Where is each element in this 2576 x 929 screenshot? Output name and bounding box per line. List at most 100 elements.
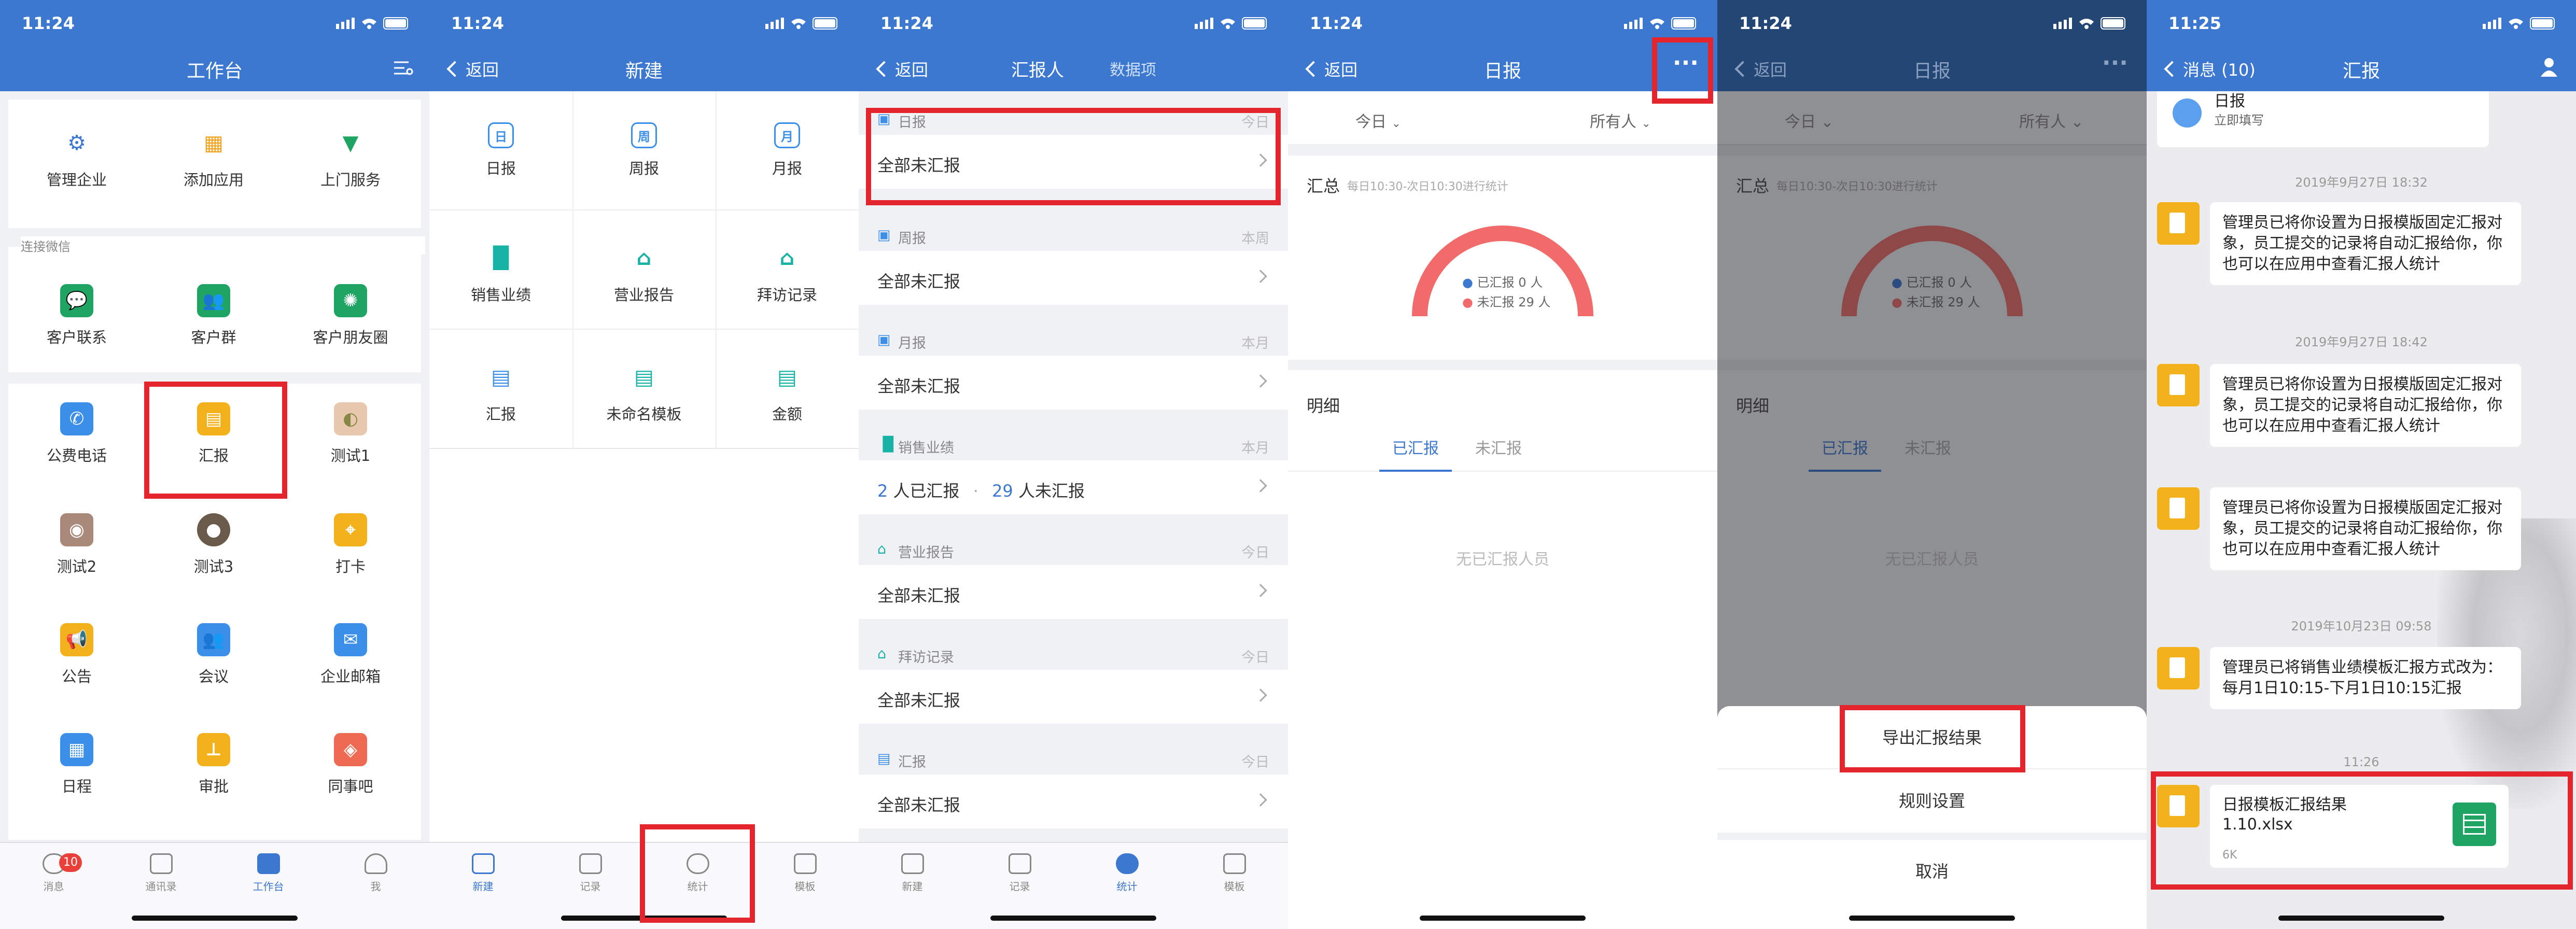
- cancel-button[interactable]: 取消: [1717, 840, 2147, 903]
- app-test2[interactable]: ◉ 测试2: [8, 513, 145, 576]
- template-sales[interactable]: ▐▌ 销售业绩: [432, 242, 569, 305]
- row-monthly[interactable]: 全部未汇报: [859, 356, 1288, 410]
- records-icon: [579, 853, 602, 874]
- test2-image-icon: ◉: [60, 513, 93, 546]
- manage-company-button[interactable]: ⚙ 管理企业: [8, 126, 145, 190]
- row-sales[interactable]: 2 人已汇报 · 29 人未汇报: [859, 460, 1288, 514]
- label: 全部未汇报: [877, 376, 961, 396]
- tab-workbench[interactable]: 工作台: [215, 853, 322, 893]
- tab-messages[interactable]: 消息 10: [0, 853, 107, 893]
- app-approval[interactable]: ⊥ 审批: [145, 733, 282, 796]
- tab-reported[interactable]: 已汇报: [1379, 435, 1452, 472]
- label: 记录: [580, 880, 601, 893]
- tab-records[interactable]: 记录: [537, 853, 644, 893]
- screen-reporters: 11:24 返回 汇报人 数据项 ▣ 日报 今日 全部未汇报 ▣ 周报 本周 全部未汇报…: [859, 0, 1288, 929]
- row-visit[interactable]: 全部未汇报: [859, 670, 1288, 724]
- section-visit-header: ⌂ 拜访记录 今日: [859, 637, 1288, 670]
- pie-chart-icon: [1115, 853, 1139, 874]
- meeting-icon: 👥: [197, 623, 230, 656]
- app-test3[interactable]: ● 测试3: [145, 513, 282, 576]
- date-filter[interactable]: 今日 ⌄: [1355, 109, 1401, 132]
- status-time: 11:24: [451, 13, 504, 33]
- status-bar: 11:24: [429, 0, 859, 44]
- template-monthly[interactable]: 月月报: [719, 122, 856, 178]
- tab-reporters[interactable]: 汇报人: [1011, 56, 1064, 81]
- tab-records[interactable]: 记录: [966, 853, 1073, 893]
- test1-image-icon: ◐: [334, 402, 367, 435]
- message-bubble: 管理员已将你设置为日报模版固定汇报对象，员工提交的记录将自动汇报给你，你也可以在…: [2210, 202, 2521, 285]
- label: 管理企业: [46, 171, 107, 189]
- status-time: 11:24: [1739, 13, 1792, 33]
- template-weekly[interactable]: 周周报: [576, 122, 712, 178]
- label: 未命名模板: [606, 405, 682, 423]
- template-amount[interactable]: ▤ 金额: [719, 361, 856, 424]
- tab-new[interactable]: 新建: [429, 853, 537, 893]
- template-unnamed[interactable]: ▤ 未命名模板: [576, 361, 712, 424]
- label: 周报: [898, 231, 926, 247]
- page-title: 日报: [1913, 61, 1951, 82]
- customer-contact-button[interactable]: 💬 客户联系: [8, 284, 145, 347]
- label: 销售业绩: [898, 440, 954, 456]
- template-daily[interactable]: 日日报: [432, 122, 569, 178]
- app-meeting[interactable]: 👥 会议: [145, 623, 282, 686]
- label: 营业报告: [613, 286, 674, 304]
- label: 会议: [198, 668, 229, 685]
- person-icon: [364, 853, 387, 874]
- tab-bar: 消息 10 通讯录 工作台 我: [0, 842, 429, 929]
- tab-stats[interactable]: 统计: [1073, 853, 1181, 893]
- home-indicator: [990, 916, 1156, 921]
- nav-bar: 返回 新建: [429, 44, 859, 91]
- app-colleagues[interactable]: ◈ 同事吧: [282, 733, 419, 796]
- alarm-clock-icon: [2173, 98, 2202, 128]
- weekly-icon: ▣: [877, 227, 891, 243]
- signal-wifi-battery-icon: [1195, 17, 1267, 30]
- app-calendar[interactable]: ▦ 日程: [8, 733, 145, 796]
- page-title: 新建: [625, 61, 663, 82]
- customer-group-button[interactable]: 👥 客户群: [145, 284, 282, 347]
- tab-data-items[interactable]: 数据项: [1110, 57, 1156, 80]
- detail-tabs: 已汇报 未汇报: [1288, 428, 1717, 472]
- people-filter[interactable]: 所有人 ⌄: [1590, 109, 1651, 132]
- legend-unreported: ● 未汇报 29 人: [1462, 295, 1551, 309]
- more-icon[interactable]: ···: [2102, 50, 2128, 76]
- customer-moments-button[interactable]: ✺ 客户朋友圈: [282, 284, 419, 347]
- tab-templates[interactable]: 模板: [1181, 853, 1288, 893]
- label: 日程: [61, 778, 92, 795]
- template-report[interactable]: ▤ 汇报: [432, 361, 569, 424]
- label: 模板: [1224, 880, 1245, 893]
- template-business-report[interactable]: ⌂ 营业报告: [576, 242, 712, 305]
- home-indicator: [2278, 916, 2444, 921]
- back-button[interactable]: 返回: [874, 57, 928, 81]
- chevron-down-icon: ⌄: [1391, 117, 1401, 130]
- label: 统计: [1116, 880, 1138, 893]
- home-indicator: [132, 916, 298, 921]
- summary-card: 汇总 每日10:30-次日10:30进行统计 ● 已汇报 0 人 ● 未汇报 2…: [1288, 156, 1717, 353]
- row-weekly[interactable]: 全部未汇报: [859, 251, 1288, 305]
- page-title: 汇报: [2342, 61, 2380, 82]
- tab-unreported[interactable]: 未汇报: [1462, 435, 1535, 458]
- timestamp: 2019年9月27日 18:42: [2295, 335, 2428, 349]
- tab-me[interactable]: 我: [322, 853, 429, 893]
- add-app-button[interactable]: ▦ 添加应用: [145, 126, 282, 190]
- row-report[interactable]: 全部未汇报: [859, 775, 1288, 828]
- template-visit[interactable]: ⌂ 拜访记录: [719, 242, 856, 305]
- app-checkin[interactable]: ⌖ 打卡: [282, 513, 419, 576]
- label: 公费电话: [46, 447, 107, 464]
- onsite-service-button[interactable]: ▼ 上门服务: [282, 126, 419, 190]
- tab-templates[interactable]: 模板: [751, 853, 859, 893]
- app-announcement[interactable]: 📢 公告: [8, 623, 145, 686]
- chevron-right-icon: [1254, 374, 1267, 388]
- row-business[interactable]: 全部未汇报: [859, 565, 1288, 619]
- daily-reminder-card[interactable]: 日报 立即填写: [2157, 91, 2489, 147]
- settings-sliders-icon[interactable]: [393, 59, 414, 77]
- rule-settings-button[interactable]: 规则设置: [1717, 769, 2147, 833]
- timestamp: 11:26: [2343, 755, 2379, 769]
- app-mail[interactable]: ✉ 企业邮箱: [282, 623, 419, 686]
- label: 企业邮箱: [320, 668, 381, 685]
- app-test1[interactable]: ◐ 测试1: [282, 402, 419, 466]
- section-weekly-header: ▣ 周报 本周: [859, 218, 1288, 251]
- app-phone[interactable]: ✆ 公费电话: [8, 402, 145, 466]
- tab-contacts[interactable]: 通讯录: [107, 853, 215, 893]
- person-icon[interactable]: [2540, 57, 2558, 78]
- tab-new[interactable]: 新建: [859, 853, 966, 893]
